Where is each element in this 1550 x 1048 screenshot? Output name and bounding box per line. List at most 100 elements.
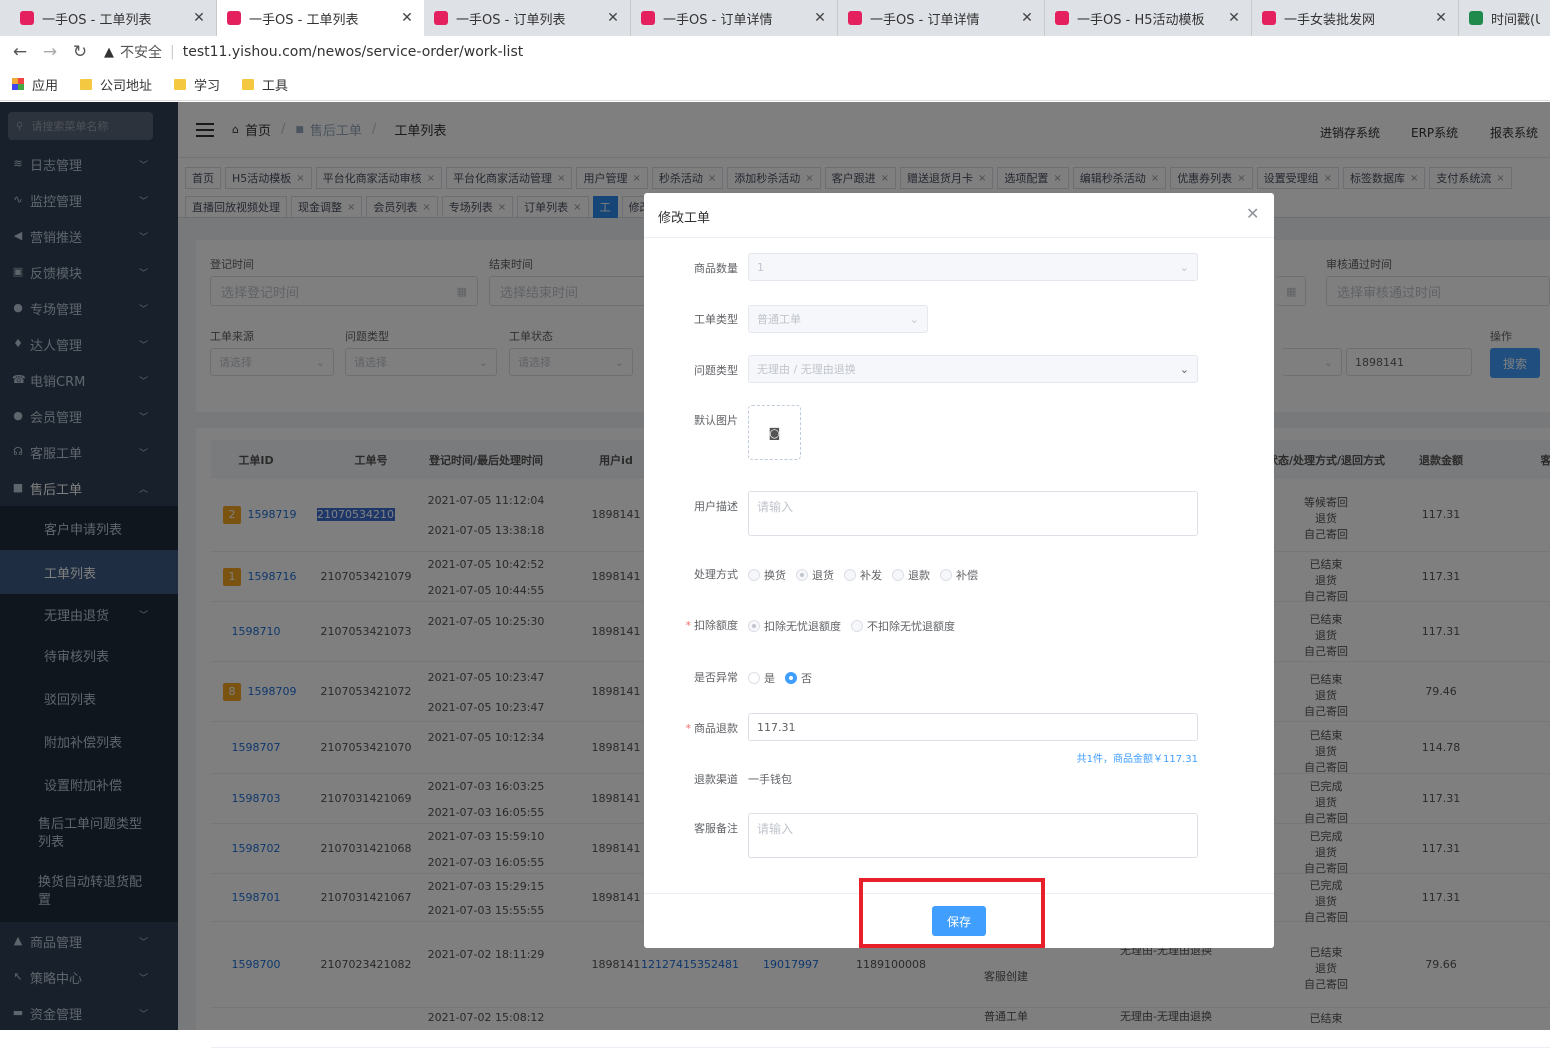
close-icon[interactable]: ✕ [1246, 204, 1259, 223]
radio-circle [796, 569, 808, 581]
bookmarks-bar: 应用 公司地址 学习 工具 [0, 68, 1550, 101]
bookmark-apps[interactable]: 应用 [12, 75, 58, 94]
abnormal-radio-group: 是 否 [748, 670, 822, 686]
tab-title: 一手OS - 工单列表 [249, 12, 359, 28]
radio-circle [748, 672, 760, 684]
back-arrow-icon[interactable]: ← [10, 42, 30, 62]
dialog-title: 修改工单 [658, 211, 711, 226]
bookmark-label: 工具 [262, 78, 289, 94]
radio-label: 是 [764, 672, 775, 685]
radio-option[interactable]: 换货 [748, 567, 786, 583]
tab-title: 一手OS - 订单详情 [663, 12, 773, 28]
radio-option[interactable]: 是 [748, 670, 775, 686]
radio-option-selected[interactable]: 退货 [796, 567, 834, 583]
required-asterisk: * [685, 722, 692, 735]
folder-icon [80, 78, 93, 90]
yishou-favicon-icon [1262, 11, 1276, 25]
bookmark-folder[interactable]: 工具 [242, 75, 288, 94]
browser-tab-active[interactable]: 一手OS - 工单列表 ✕ [217, 0, 424, 36]
radio-option[interactable]: 不扣除无忧退额度 [851, 618, 955, 634]
user-description-textarea[interactable]: 请输入 [748, 491, 1198, 536]
bookmark-label: 学习 [194, 78, 221, 94]
yishou-favicon-icon [434, 11, 448, 25]
bookmark-folder[interactable]: 学习 [174, 75, 220, 94]
address-bar: ← → ↻ ▲ 不安全 | test11.yishou.com/newos/se… [0, 36, 1550, 68]
radio-label: 退货 [812, 569, 834, 582]
close-icon[interactable]: ✕ [1434, 10, 1448, 26]
radio-option-selected[interactable]: 扣除无忧退额度 [748, 618, 841, 634]
dialog-header: 修改工单 ✕ [644, 193, 1274, 238]
bookmark-label: 公司地址 [100, 78, 153, 94]
url-divider: | [170, 44, 175, 60]
radio-option[interactable]: 退款 [892, 567, 930, 583]
browser-tab[interactable]: 一手OS - 订单详情 ✕ [838, 0, 1045, 36]
close-icon[interactable]: ✕ [192, 10, 206, 26]
radio-circle [785, 672, 797, 684]
close-icon[interactable]: ✕ [813, 10, 827, 26]
radio-label: 补偿 [956, 569, 978, 582]
browser-tab-bar: 一手OS - 工单列表 ✕ 一手OS - 工单列表 ✕ 一手OS - 订单列表 ✕ 一… [0, 0, 1550, 36]
refund-hint: 共1件，商品金额￥117.31 [1076, 754, 1198, 765]
placeholder: 请输入 [757, 822, 794, 836]
bookmark-label: 应用 [32, 78, 59, 94]
field-label: 处理方式 [694, 568, 738, 581]
field-value: 普通工单 [757, 313, 801, 326]
yishou-favicon-icon [227, 11, 241, 25]
tab-title: 一手OS - 订单详情 [870, 12, 980, 28]
handle-method-radio-group: 换货 退货 补发 退款 补偿 [748, 567, 988, 583]
insecure-label: 不安全 [120, 45, 162, 61]
close-icon[interactable]: ✕ [1020, 10, 1034, 26]
radio-label: 不扣除无忧退额度 [867, 620, 955, 633]
browser-tab[interactable]: 一手OS - H5活动模板 ✕ [1045, 0, 1252, 36]
field-label: 用户描述 [694, 500, 738, 513]
radio-option[interactable]: 补偿 [940, 567, 978, 583]
quantity-select: 1 ⌄ [748, 253, 1198, 281]
browser-tab[interactable]: 一手OS - 工单列表 ✕ [10, 0, 217, 36]
bookmark-folder[interactable]: 公司地址 [80, 75, 152, 94]
browser-tab[interactable]: 一手OS - 订单详情 ✕ [631, 0, 838, 36]
forward-arrow-icon[interactable]: → [40, 42, 60, 62]
placeholder: 请输入 [757, 500, 794, 514]
radio-circle [940, 569, 952, 581]
tab-title: 一手OS - H5活动模板 [1077, 12, 1205, 28]
radio-label: 补发 [860, 569, 882, 582]
deduct-radio-group: 扣除无忧退额度 不扣除无忧退额度 [748, 618, 965, 634]
close-icon[interactable]: ✕ [1227, 10, 1241, 26]
radio-option[interactable]: 补发 [844, 567, 882, 583]
label-text: 商品退款 [694, 722, 738, 735]
radio-circle [844, 569, 856, 581]
save-button[interactable]: 保存 [932, 906, 986, 936]
field-value: 无理由 / 无理由退换 [757, 363, 856, 376]
radio-label: 换货 [764, 569, 786, 582]
input-value: 117.31 [757, 720, 796, 734]
close-icon[interactable]: ✕ [400, 10, 414, 26]
chevron-down-icon: ⌄ [1179, 260, 1189, 274]
field-label: 默认图片 [694, 414, 738, 427]
field-label: 商品数量 [694, 262, 738, 275]
ticket-type-select: 普通工单 ⌄ [748, 305, 928, 333]
yishou-favicon-icon [848, 11, 862, 25]
label-text: 扣除额度 [694, 619, 738, 632]
browser-tab[interactable]: 一手女装批发网 ✕ [1252, 0, 1459, 36]
image-upload[interactable]: ◙ [748, 405, 801, 460]
warning-icon: ▲ [104, 44, 114, 60]
browser-tab[interactable]: 时间戳(Uni [1459, 0, 1550, 36]
timestamp-favicon-icon [1469, 11, 1483, 25]
folder-icon [242, 78, 255, 90]
field-label: 工单类型 [694, 313, 738, 326]
yishou-favicon-icon [641, 11, 655, 25]
apps-grid-icon [12, 78, 24, 90]
browser-tab[interactable]: 一手OS - 订单列表 ✕ [424, 0, 631, 36]
close-icon[interactable]: ✕ [606, 10, 620, 26]
radio-option-selected[interactable]: 否 [785, 670, 812, 686]
field-label-required: * 商品退款 [664, 720, 739, 736]
radio-circle [851, 620, 863, 632]
chevron-down-icon: ⌄ [909, 312, 919, 326]
url-field[interactable]: ▲ 不安全 | test11.yishou.com/newos/service-… [104, 38, 1550, 66]
tab-title: 时间戳(Uni [1491, 12, 1540, 28]
yishou-favicon-icon [20, 11, 34, 25]
reload-icon[interactable]: ↻ [70, 42, 90, 62]
service-remark-textarea[interactable]: 请输入 [748, 813, 1198, 858]
refund-amount-input[interactable]: 117.31 [748, 713, 1198, 741]
tab-title: 一手OS - 订单列表 [456, 12, 566, 28]
